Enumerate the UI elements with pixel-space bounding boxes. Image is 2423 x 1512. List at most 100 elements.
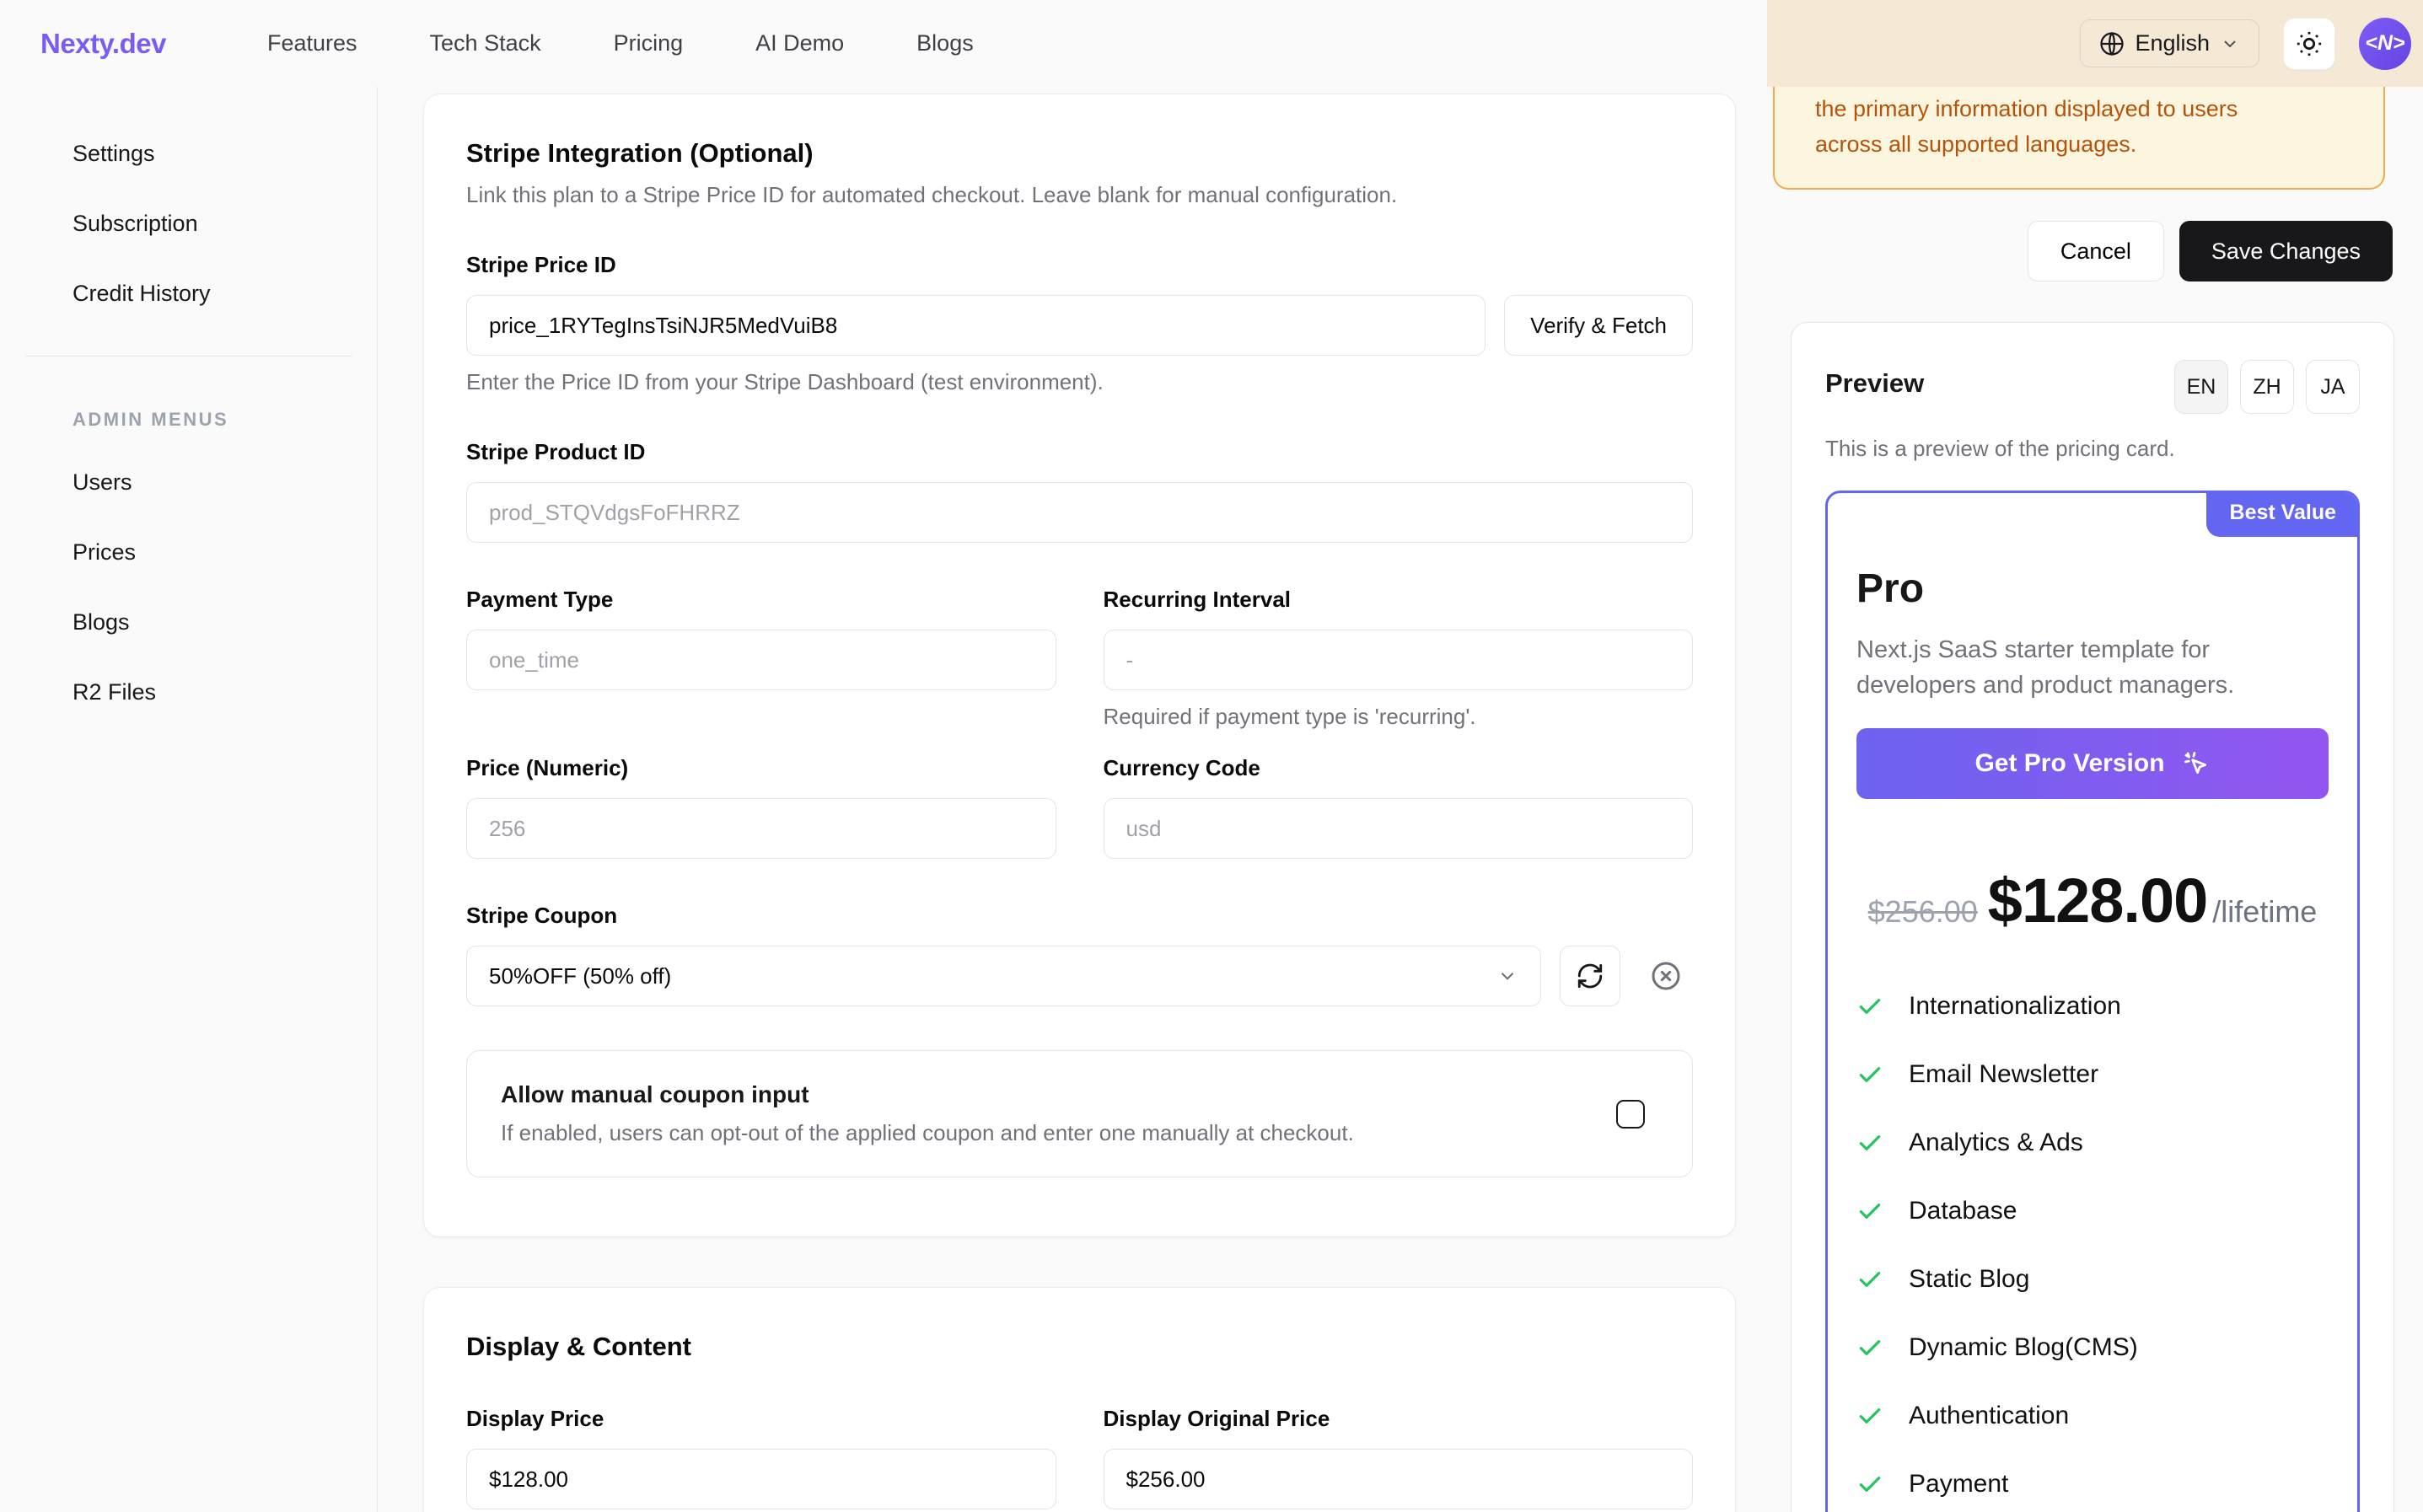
display-content-card: Display & Content Display Price The pric… — [423, 1287, 1736, 1512]
app-logo[interactable]: Nexty.dev — [40, 28, 166, 60]
check-icon — [1856, 1129, 1883, 1156]
feature-item: Authentication — [1856, 1402, 2329, 1430]
verify-fetch-button[interactable]: Verify & Fetch — [1504, 295, 1693, 356]
stripe-price-id-input[interactable] — [466, 295, 1485, 356]
sidebar-admin-caption: ADMIN MENUS — [0, 357, 377, 431]
feature-label: Static Blog — [1909, 1265, 2029, 1294]
stripe-price-id-help: Enter the Price ID from your Stripe Dash… — [466, 369, 1693, 395]
check-icon — [1856, 1266, 1883, 1293]
original-price: $256.00 — [1868, 894, 1978, 930]
feature-item: Analytics & Ads — [1856, 1129, 2329, 1157]
nav-item-tech-stack[interactable]: Tech Stack — [430, 30, 541, 56]
display-price-input[interactable] — [466, 1449, 1056, 1509]
feature-item: Database — [1856, 1197, 2329, 1225]
save-changes-button[interactable]: Save Changes — [2179, 221, 2393, 281]
price-interval: /lifetime — [2212, 894, 2317, 930]
user-avatar[interactable]: <N> — [2359, 18, 2411, 70]
x-circle-icon — [1649, 959, 1683, 993]
stripe-integration-card: Stripe Integration (Optional) Link this … — [423, 94, 1736, 1237]
feature-label: Analytics & Ads — [1909, 1129, 2083, 1157]
top-navigation-bar: Nexty.dev Features Tech Stack Pricing AI… — [0, 0, 2423, 87]
notice-line-1: the primary information displayed to use… — [1815, 92, 2343, 127]
feature-list: Internationalization Email Newsletter An… — [1856, 992, 2329, 1512]
current-price: $128.00 — [1988, 865, 2208, 936]
price-numeric-input[interactable] — [466, 798, 1056, 859]
stripe-coupon-select[interactable]: 50%OFF (50% off) — [466, 946, 1541, 1006]
sidebar-admin-menu: Users Prices Blogs R2 Files — [0, 431, 377, 705]
payment-type-input[interactable] — [466, 630, 1056, 690]
notice-line-2: across all supported languages. — [1815, 127, 2343, 163]
pricing-card-preview: Best Value Pro Next.js SaaS starter temp… — [1825, 491, 2360, 1512]
feature-item: Email Newsletter — [1856, 1060, 2329, 1089]
chevron-down-icon — [2220, 34, 2240, 54]
cta-label: Get Pro Version — [1974, 749, 2164, 778]
sidebar-item-r2-files[interactable]: R2 Files — [73, 679, 377, 705]
preview-tab-ja[interactable]: JA — [2306, 360, 2360, 414]
feature-label: Authentication — [1909, 1402, 2069, 1430]
check-icon — [1856, 1334, 1883, 1361]
stripe-coupon-label: Stripe Coupon — [466, 903, 1693, 929]
manual-coupon-box: Allow manual coupon input If enabled, us… — [466, 1050, 1693, 1177]
stripe-product-id-input[interactable] — [466, 482, 1693, 543]
get-pro-version-button[interactable]: Get Pro Version — [1856, 728, 2329, 799]
main-nav: Features Tech Stack Pricing AI Demo Blog… — [267, 30, 974, 56]
feature-item: Dynamic Blog(CMS) — [1856, 1333, 2329, 1362]
feature-item: Internationalization — [1856, 992, 2329, 1021]
language-label: English — [2135, 30, 2210, 56]
sidebar-item-settings[interactable]: Settings — [73, 141, 377, 167]
plan-name: Pro — [1856, 566, 2329, 612]
sidebar-item-blogs[interactable]: Blogs — [73, 609, 377, 635]
globe-icon — [2099, 31, 2125, 56]
recurring-interval-help: Required if payment type is 'recurring'. — [1104, 704, 1694, 730]
nav-item-blogs[interactable]: Blogs — [916, 30, 974, 56]
sidebar-item-subscription[interactable]: Subscription — [73, 211, 377, 237]
price-row: $256.00 $128.00 /lifetime — [1856, 865, 2329, 936]
preview-tab-zh[interactable]: ZH — [2240, 360, 2294, 414]
currency-code-input[interactable] — [1104, 798, 1694, 859]
clear-coupon-button[interactable] — [1639, 949, 1693, 1003]
manual-coupon-description: If enabled, users can opt-out of the app… — [501, 1120, 1354, 1146]
recurring-interval-label: Recurring Interval — [1104, 587, 1694, 613]
chevron-down-icon — [1496, 965, 1518, 987]
currency-code-label: Currency Code — [1104, 755, 1694, 781]
recurring-interval-input[interactable] — [1104, 630, 1694, 690]
display-original-price-input[interactable] — [1104, 1449, 1694, 1509]
sidebar: Settings Subscription Credit History ADM… — [0, 87, 378, 1512]
sidebar-item-credit-history[interactable]: Credit History — [73, 281, 377, 307]
feature-label: Email Newsletter — [1909, 1060, 2098, 1089]
preview-language-tabs: EN ZH JA — [2174, 360, 2360, 414]
stripe-product-id-label: Stripe Product ID — [466, 439, 1693, 465]
nav-item-features[interactable]: Features — [267, 30, 357, 56]
preview-tab-en[interactable]: EN — [2174, 360, 2228, 414]
check-icon — [1856, 993, 1883, 1020]
price-numeric-label: Price (Numeric) — [466, 755, 1056, 781]
refresh-icon — [1576, 962, 1604, 990]
preview-panel: Preview EN ZH JA This is a preview of th… — [1791, 322, 2394, 1512]
header-actions: English <N> — [2080, 18, 2411, 70]
preview-title: Preview — [1825, 368, 1924, 399]
sidebar-item-users[interactable]: Users — [73, 469, 377, 496]
check-icon — [1856, 1198, 1883, 1225]
cancel-button[interactable]: Cancel — [2028, 221, 2164, 281]
payment-type-label: Payment Type — [466, 587, 1056, 613]
nav-item-ai-demo[interactable]: AI Demo — [755, 30, 844, 56]
refresh-coupons-button[interactable] — [1560, 946, 1620, 1006]
check-icon — [1856, 1471, 1883, 1498]
display-section-title: Display & Content — [466, 1332, 1693, 1362]
check-icon — [1856, 1402, 1883, 1429]
theme-toggle-button[interactable] — [2283, 18, 2335, 70]
nav-item-pricing[interactable]: Pricing — [614, 30, 684, 56]
stripe-coupon-value: 50%OFF (50% off) — [489, 963, 671, 989]
check-icon — [1856, 1061, 1883, 1088]
language-selector[interactable]: English — [2080, 19, 2259, 67]
display-original-price-label: Display Original Price — [1104, 1406, 1694, 1432]
feature-label: Internationalization — [1909, 992, 2121, 1021]
manual-coupon-checkbox[interactable] — [1616, 1100, 1645, 1129]
stripe-section-title: Stripe Integration (Optional) — [466, 138, 1693, 169]
mouse-pointer-click-icon — [2182, 749, 2211, 778]
best-value-badge: Best Value — [2206, 491, 2360, 537]
translation-notice: the primary information displayed to use… — [1773, 87, 2385, 190]
sidebar-item-prices[interactable]: Prices — [73, 539, 377, 566]
feature-label: Payment — [1909, 1470, 2008, 1499]
feature-label: Database — [1909, 1197, 2017, 1225]
